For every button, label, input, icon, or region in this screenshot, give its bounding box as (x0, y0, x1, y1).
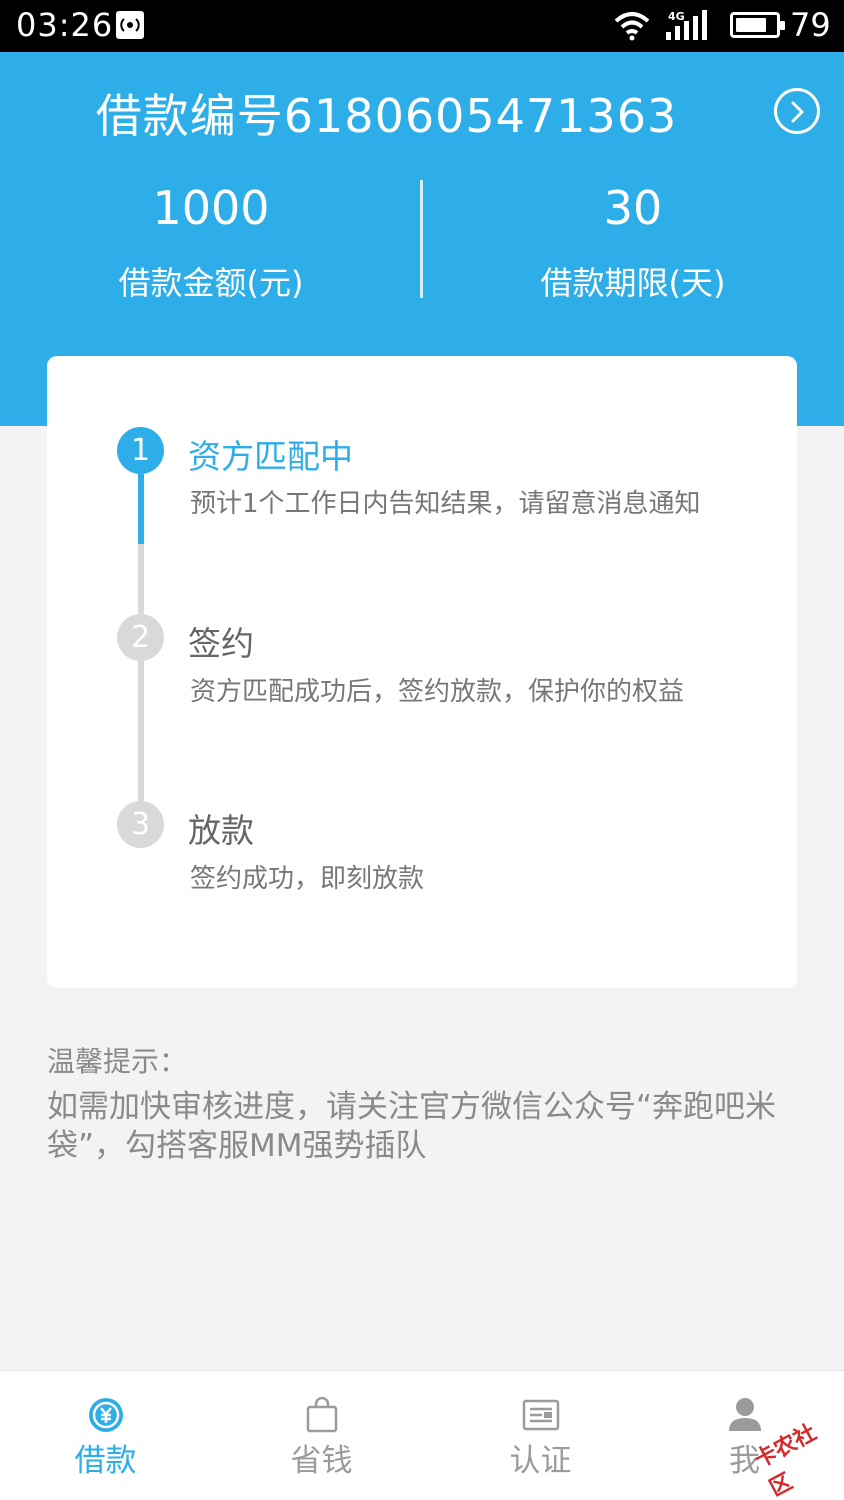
yuan-circle-icon (83, 1395, 129, 1435)
loan-term-value: 30 (603, 181, 663, 235)
tips-title: 温馨提示： (47, 1045, 188, 1078)
timeline-line-active (138, 474, 144, 544)
battery-level: 79 (790, 6, 831, 44)
watermark: 卡农社区 (740, 1405, 840, 1500)
id-card-icon (518, 1395, 564, 1435)
wifi-icon (612, 9, 652, 45)
loan-term: 30 借款期限(天) (422, 180, 844, 304)
step-title: 放款 (188, 811, 254, 850)
tab-loan[interactable]: 借款 (0, 1371, 211, 1500)
step-description: 签约成功，即刻放款 (190, 864, 425, 894)
step-title: 签约 (188, 624, 254, 663)
loan-amount: 1000 借款金额(元) (0, 180, 422, 304)
loan-number: 借款编号6180605471363 (95, 89, 678, 143)
loan-amount-value: 1000 (152, 181, 270, 235)
tab-save[interactable]: 省钱 (216, 1371, 427, 1500)
network-type: 4G (668, 10, 685, 23)
step-description: 预计1个工作日内告知结果，请留意消息通知 (190, 489, 701, 519)
step-number: 1 (117, 427, 164, 474)
status-time: 03:26 (16, 6, 114, 44)
step-number: 2 (117, 614, 164, 661)
status-bar: 03:26 4G 79 (0, 0, 844, 52)
tab-label: 省钱 (290, 1443, 353, 1479)
loan-term-label: 借款期限(天) (540, 264, 726, 302)
shopping-bag-icon (299, 1395, 345, 1435)
cast-icon (116, 11, 144, 39)
bottom-tab-bar: 借款 省钱 认证 我 (0, 1370, 844, 1500)
step-title: 资方匹配中 (188, 437, 353, 476)
step-number: 3 (117, 801, 164, 848)
tab-verify[interactable]: 认证 (435, 1371, 646, 1500)
step-description: 资方匹配成功后，签约放款，保护你的权益 (190, 677, 685, 707)
timeline-line (138, 661, 144, 824)
tips-body: 如需加快审核进度，请关注官方微信公众号“奔跑吧米袋”，勾搭客服MM强势插队 (47, 1089, 777, 1164)
tab-label: 借款 (74, 1443, 137, 1479)
loan-amount-label: 借款金额(元) (118, 264, 304, 302)
chevron-right-icon[interactable] (774, 88, 820, 134)
signal-icon: 4G (664, 8, 712, 46)
battery-icon (730, 12, 785, 38)
tab-label: 认证 (509, 1443, 572, 1479)
progress-card: 1 资方匹配中 预计1个工作日内告知结果，请留意消息通知 2 签约 资方匹配成功… (47, 356, 797, 988)
